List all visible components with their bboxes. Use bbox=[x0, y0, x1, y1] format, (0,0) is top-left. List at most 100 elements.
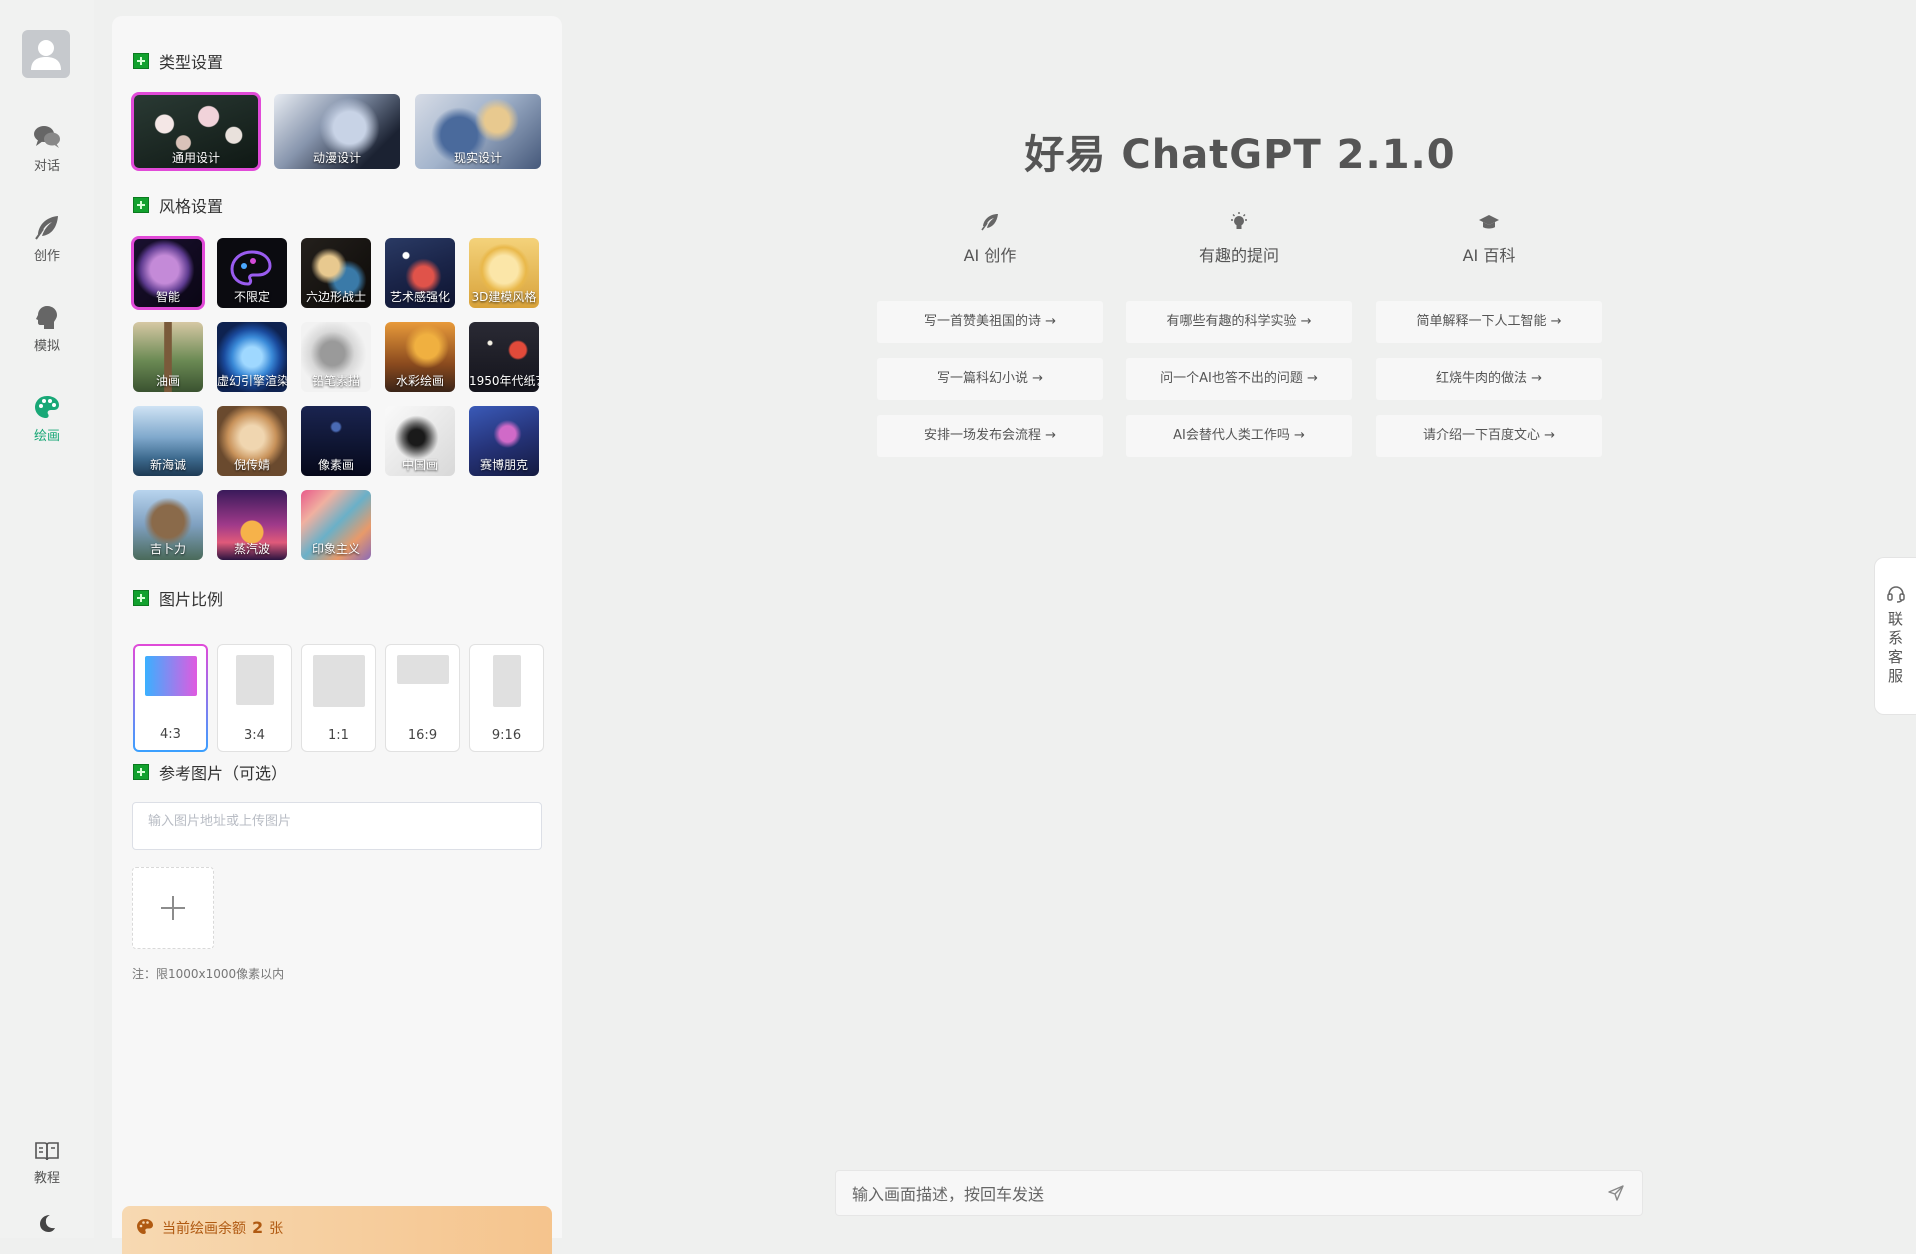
ratio-option-1-1[interactable]: 1:1 bbox=[301, 644, 376, 752]
palette-icon bbox=[137, 1219, 153, 1234]
style-card[interactable]: 印象主义 bbox=[301, 490, 371, 560]
prompt-composer bbox=[835, 1170, 1643, 1217]
style-card[interactable]: 3D建模风格 bbox=[469, 238, 539, 308]
nav-item-label: 教程 bbox=[33, 1171, 60, 1186]
section-title-type: 类型设置 bbox=[133, 49, 223, 73]
feather-icon bbox=[35, 216, 58, 240]
type-card-label: 通用设计 bbox=[171, 151, 220, 165]
nav-item-tutorial[interactable]: 教程 bbox=[0, 1140, 94, 1186]
prompt-card[interactable]: 请介绍一下百度文心 → bbox=[1376, 415, 1602, 457]
style-card-label: 3D建模风格 bbox=[471, 290, 537, 304]
style-card[interactable]: 智能 bbox=[131, 236, 205, 310]
style-card-label: 赛博朋克 bbox=[479, 458, 528, 472]
section-title-ratio: 图片比例 bbox=[133, 586, 223, 610]
section-title-reference: 参考图片（可选） bbox=[133, 760, 287, 784]
style-card[interactable]: 不限定 bbox=[217, 238, 287, 308]
prompt-card[interactable]: 有哪些有趣的科学实验 → bbox=[1126, 301, 1352, 343]
headset-icon bbox=[1887, 586, 1905, 603]
style-card-label: 新海诚 bbox=[149, 458, 186, 472]
prompt-card[interactable]: 写一篇科幻小说 → bbox=[877, 358, 1103, 400]
ratio-label: 16:9 bbox=[407, 728, 438, 743]
column-heading-ai-create: AI 创作 bbox=[877, 212, 1103, 266]
type-card-anime[interactable]: 动漫设计 bbox=[274, 94, 400, 169]
style-card[interactable]: 中国画 bbox=[385, 406, 455, 476]
style-card[interactable]: 1950年代纸艺 bbox=[469, 322, 539, 392]
reference-url-input[interactable] bbox=[132, 802, 542, 850]
style-card-label: 倪传婧 bbox=[233, 458, 270, 472]
send-icon[interactable] bbox=[1608, 1185, 1624, 1201]
column-heading-fun-questions: 有趣的提问 bbox=[1126, 212, 1352, 266]
nav-item-simulate[interactable]: 模拟 bbox=[0, 304, 94, 354]
avatar[interactable] bbox=[22, 30, 70, 78]
section-icon bbox=[133, 590, 149, 606]
section-icon bbox=[133, 197, 149, 213]
profile-head-icon bbox=[36, 306, 57, 329]
section-icon bbox=[133, 53, 149, 69]
ratio-option-16-9[interactable]: 16:9 bbox=[385, 644, 460, 752]
type-card-realistic[interactable]: 现实设计 bbox=[415, 94, 541, 169]
column-heading-label: AI 创作 bbox=[963, 246, 1017, 265]
column-heading-label: 有趣的提问 bbox=[1198, 246, 1279, 265]
nav-item-label: 模拟 bbox=[33, 339, 60, 354]
lightbulb-icon bbox=[1231, 212, 1247, 229]
book-icon bbox=[35, 1142, 59, 1161]
ratio-option-4-3[interactable]: 4:3 bbox=[133, 644, 208, 752]
palette-icon bbox=[35, 396, 59, 418]
style-card-label: 中国画 bbox=[401, 458, 438, 472]
style-card[interactable]: 像素画 bbox=[301, 406, 371, 476]
type-card-general[interactable]: 通用设计 bbox=[131, 92, 261, 171]
style-card[interactable]: 虚幻引擎渲染 bbox=[217, 322, 287, 392]
quota-unit: 张 bbox=[269, 1221, 284, 1237]
ratio-preview bbox=[493, 655, 521, 707]
theme-toggle[interactable] bbox=[0, 1212, 94, 1239]
style-card[interactable]: 新海诚 bbox=[133, 406, 203, 476]
prompt-card[interactable]: 写一首赞美祖国的诗 → bbox=[877, 301, 1103, 343]
style-card[interactable]: 铅笔素描 bbox=[301, 322, 371, 392]
prompt-card[interactable]: 简单解释一下人工智能 → bbox=[1376, 301, 1602, 343]
section-icon bbox=[133, 764, 149, 780]
style-card[interactable]: 倪传婧 bbox=[217, 406, 287, 476]
drawing-quota-banner: 当前绘画余额 2 张 bbox=[122, 1206, 552, 1254]
prompt-card[interactable]: 红烧牛肉的做法 → bbox=[1376, 358, 1602, 400]
column-heading-ai-wiki: AI 百科 bbox=[1376, 212, 1602, 266]
ratio-option-3-4[interactable]: 3:4 bbox=[217, 644, 292, 752]
style-card[interactable]: 油画 bbox=[133, 322, 203, 392]
style-card-label: 艺术感强化 bbox=[389, 290, 450, 304]
style-card[interactable]: 水彩绘画 bbox=[385, 322, 455, 392]
ratio-option-9-16[interactable]: 9:16 bbox=[469, 644, 544, 752]
style-card[interactable]: 六边形战士 bbox=[301, 238, 371, 308]
ratio-preview bbox=[397, 655, 449, 684]
nav-item-draw[interactable]: 绘画 bbox=[0, 394, 94, 444]
ratio-preview bbox=[236, 655, 274, 705]
prompt-card[interactable]: 问一个AI也答不出的问题 → bbox=[1126, 358, 1352, 400]
nav-item-chat[interactable]: 对话 bbox=[0, 124, 94, 174]
style-card[interactable]: 吉卜力 bbox=[133, 490, 203, 560]
style-card-label: 水彩绘画 bbox=[395, 374, 444, 388]
drawing-prompt-input[interactable] bbox=[850, 1171, 1594, 1217]
style-card-label: 油画 bbox=[155, 374, 180, 388]
size-note: 注：限1000x1000像素以内 bbox=[132, 967, 285, 981]
prompt-card[interactable]: 安排一场发布会流程 → bbox=[877, 415, 1103, 457]
chat-bubbles-icon bbox=[34, 126, 60, 148]
style-card[interactable]: 蒸汽波 bbox=[217, 490, 287, 560]
nav-item-create[interactable]: 创作 bbox=[0, 214, 94, 264]
nav-item-label: 绘画 bbox=[33, 429, 60, 444]
quota-label: 当前绘画余额 bbox=[162, 1221, 246, 1237]
column-heading-label: AI 百科 bbox=[1462, 246, 1516, 265]
nav-item-label: 对话 bbox=[33, 159, 60, 174]
contact-support-tab[interactable]: 联系客服 bbox=[1874, 557, 1916, 715]
settings-panel: 类型设置 通用设计 动漫设计 现实设计 风格设置 智能 不限定 六边形战士 艺术… bbox=[112, 16, 562, 1254]
style-card-label: 铅笔素描 bbox=[311, 374, 360, 388]
nav-item-label: 创作 bbox=[33, 249, 60, 264]
style-card-label: 像素画 bbox=[317, 458, 354, 472]
type-card-label: 动漫设计 bbox=[312, 151, 361, 165]
style-card[interactable]: 艺术感强化 bbox=[385, 238, 455, 308]
contact-support-label: 联系客服 bbox=[1875, 610, 1916, 686]
upload-image-button[interactable] bbox=[132, 867, 214, 949]
style-card-label: 1950年代纸艺 bbox=[469, 374, 539, 388]
moon-icon bbox=[40, 1215, 55, 1232]
prompt-card[interactable]: AI会替代人类工作吗 → bbox=[1126, 415, 1352, 457]
page-title: 好易 ChatGPT 2.1.0 bbox=[1024, 132, 1456, 178]
style-card-label: 智能 bbox=[155, 290, 180, 304]
style-card[interactable]: 赛博朋克 bbox=[469, 406, 539, 476]
